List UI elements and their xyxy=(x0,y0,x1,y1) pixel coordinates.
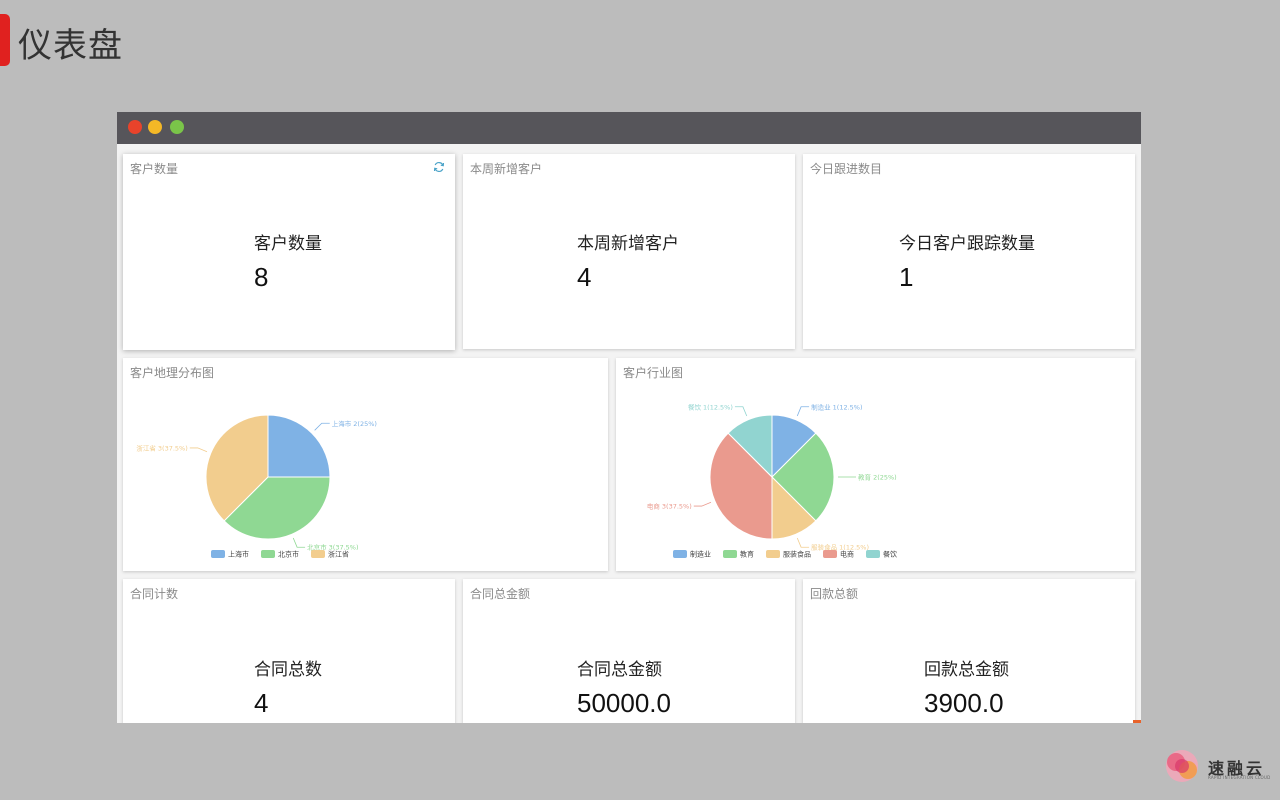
card-title: 回款总额 xyxy=(810,587,859,601)
legend-swatch[interactable] xyxy=(823,550,837,558)
stat-value: 8 xyxy=(254,262,269,292)
stat-label: 今日客户跟踪数量 xyxy=(899,234,1035,254)
legend-label[interactable]: 服装食品 xyxy=(783,550,811,559)
slice-label: 餐饮 1(12.5%) xyxy=(688,402,733,411)
contract-count-card: 合同计数 合同总数 4 xyxy=(123,579,455,723)
slice-leader-line xyxy=(796,537,810,548)
scroll-indicator xyxy=(1133,720,1141,723)
stat-value: 4 xyxy=(254,688,269,718)
slice-label: 教育 2(25%) xyxy=(858,473,897,482)
geo-chart-card: 客户地理分布图 上海市 2(25%) 北京市 3(37.5%) 浙江省 3(37.5… xyxy=(123,358,608,571)
card-title: 客户数量 xyxy=(130,162,179,176)
legend-label[interactable]: 上海市 xyxy=(228,550,249,559)
stat-label: 回款总金额 xyxy=(924,660,1009,680)
slice-label: 制造业 1(12.5%) xyxy=(811,402,862,411)
title-accent-bar xyxy=(0,14,10,66)
maximize-window-button[interactable] xyxy=(170,120,184,134)
stat-value: 50000.0 xyxy=(577,688,671,718)
legend-swatch[interactable] xyxy=(211,550,225,558)
slice-label: 电商 3(37.5%) xyxy=(647,502,692,511)
slice-leader-line xyxy=(693,501,712,507)
legend-label[interactable]: 餐饮 xyxy=(883,550,897,559)
slice-leader-line xyxy=(734,406,748,417)
legend-swatch[interactable] xyxy=(723,550,737,558)
slice-leader-line xyxy=(314,422,330,431)
card-title: 今日跟进数目 xyxy=(810,162,883,176)
card-title: 本周新增客户 xyxy=(470,162,543,176)
industry-pie-chart: 制造业 1(12.5%)教育 2(25%)服装食品 1(12.5%)电商 3(3… xyxy=(647,402,897,559)
stat-value: 3900.0 xyxy=(924,688,1004,718)
customer-count-card: 客户数量 客户数量 8 xyxy=(123,154,455,350)
payment-amount-card: 回款总额 回款总金额 3900.0 xyxy=(803,579,1135,723)
slice-leader-line xyxy=(292,537,306,548)
card-title: 合同总金额 xyxy=(470,587,531,601)
window-titlebar xyxy=(117,112,1141,144)
slice-label: 浙江省 3(37.5%) xyxy=(136,443,187,452)
card-title: 合同计数 xyxy=(130,587,179,601)
brand-tagline: RAPID INTEGRATION CLOUD xyxy=(1208,775,1271,780)
stat-label: 客户数量 xyxy=(254,234,322,254)
legend-swatch[interactable] xyxy=(766,550,780,558)
app-window: 客户数量 客户数量 8 本周新增客户 本周新增客户 4 今日跟进数目 今日客户跟… xyxy=(117,112,1141,723)
followups-card: 今日跟进数目 今日客户跟踪数量 1 xyxy=(803,154,1135,349)
stat-value: 4 xyxy=(577,262,592,292)
industry-chart-card: 客户行业图 制造业 1(12.5%) 教育 2(25%) 服装食品 1(12.5%)… xyxy=(616,358,1135,571)
new-customers-card: 本周新增客户 本周新增客户 4 xyxy=(463,154,795,349)
slice-label: 上海市 2(25%) xyxy=(332,419,377,428)
legend-swatch[interactable] xyxy=(311,550,325,558)
stat-label: 本周新增客户 xyxy=(577,234,679,254)
legend-swatch[interactable] xyxy=(261,550,275,558)
stat-label: 合同总数 xyxy=(254,660,322,680)
legend-label[interactable]: 制造业 xyxy=(690,550,711,559)
page-title: 仪表盘 xyxy=(18,26,123,66)
close-window-button[interactable] xyxy=(128,120,142,134)
stat-label: 合同总金额 xyxy=(577,660,662,680)
slice-leader-line xyxy=(796,406,810,417)
legend-label[interactable]: 教育 xyxy=(740,550,754,559)
legend-label[interactable]: 电商 xyxy=(840,550,854,559)
geo-pie-chart: 上海市 2(25%)北京市 3(37.5%)浙江省 3(37.5%)上海市 北京市… xyxy=(136,414,377,559)
contract-amount-card: 合同总金额 合同总金额 50000.0 xyxy=(463,579,795,723)
minimize-window-button[interactable] xyxy=(148,120,162,134)
legend-label[interactable]: 北京市 xyxy=(278,550,299,559)
legend-label[interactable]: 浙江省 xyxy=(328,550,349,559)
legend-swatch[interactable] xyxy=(673,550,687,558)
refresh-icon[interactable] xyxy=(433,161,445,173)
stat-value: 1 xyxy=(899,262,914,292)
slice-leader-line xyxy=(189,447,208,453)
legend-swatch[interactable] xyxy=(866,550,880,558)
